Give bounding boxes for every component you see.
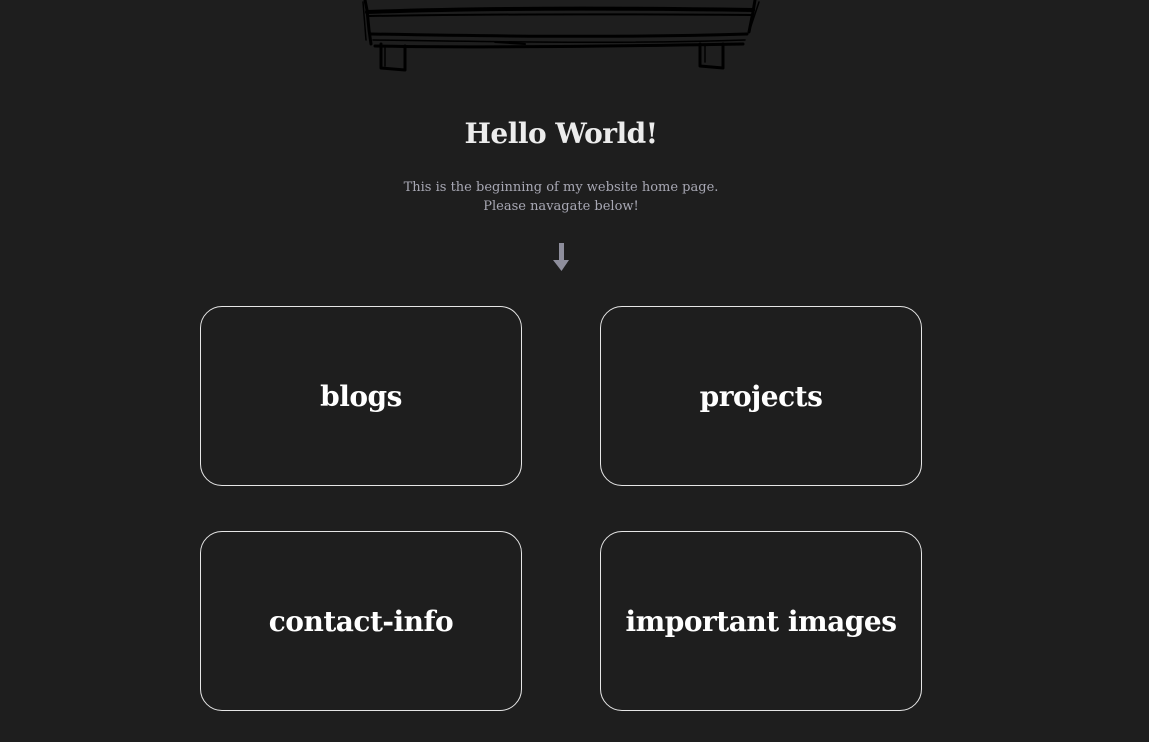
page-title: Hello World! [464,117,658,150]
nav-card-important-images[interactable]: important images [600,531,922,711]
nav-card-label: contact-info [268,604,454,638]
nav-card-blogs[interactable]: blogs [200,306,522,486]
nav-card-label: important images [625,604,897,638]
intro-line: Please navagate below! [483,199,639,214]
intro-text: This is the beginning of my website home… [0,178,1122,216]
intro-line: This is the beginning of my website home… [403,180,719,195]
nav-card-projects[interactable]: projects [600,306,922,486]
hero-sketch-image [362,0,760,72]
nav-card-contact-info[interactable]: contact-info [200,531,522,711]
nav-card-label: blogs [320,379,402,413]
down-arrow-icon [553,243,569,271]
nav-card-label: projects [699,379,823,413]
